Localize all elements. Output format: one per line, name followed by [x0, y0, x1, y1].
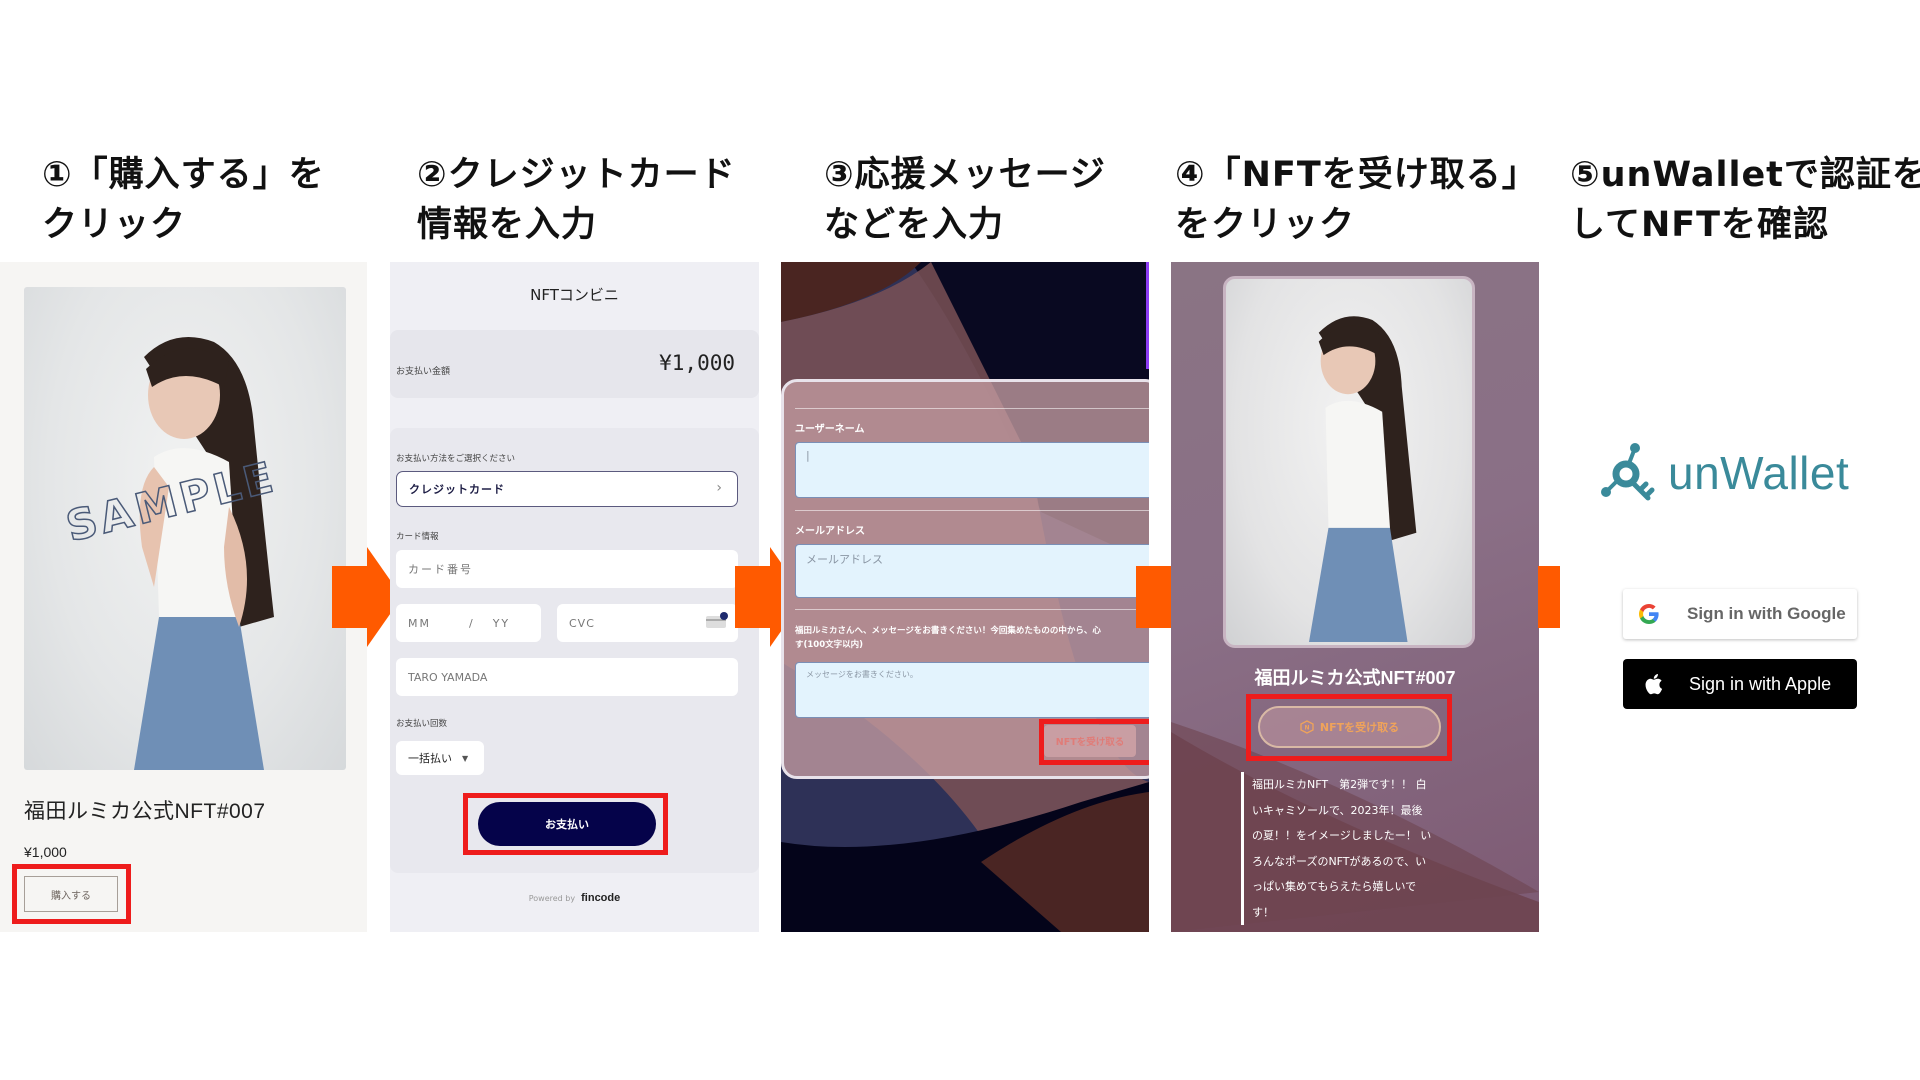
nft-image [1223, 276, 1475, 648]
payment-method-select[interactable]: クレジットカード › [396, 471, 738, 507]
unwallet-logo: unWallet [1600, 442, 1849, 504]
amount-card: お支払い金額 ¥1,000 [390, 330, 759, 398]
step-5-title: ⑤unWalletで認証を してNFTを確認 [1570, 155, 1920, 245]
powered-by: Powered by fincode [528, 892, 621, 904]
divider [795, 609, 1149, 610]
username-label: ユーザーネーム [795, 424, 865, 435]
receive-nft-button[interactable]: N NFTを受け取る [1258, 706, 1441, 748]
amount-value: ¥1,000 [659, 351, 735, 375]
unwallet-signin-panel: unWallet Sign in with Google Sign in wit… [1560, 262, 1920, 932]
payment-method-value: クレジットカード [409, 483, 505, 496]
divider [795, 510, 1149, 511]
nft-title: 福田ルミカ公式NFT#007 [1254, 668, 1456, 688]
card-cvc-icon [706, 612, 728, 628]
apple-button-label: Sign in with Apple [1689, 673, 1832, 694]
buy-button[interactable]: 購入する [24, 876, 118, 912]
google-button-label: Sign in with Google [1687, 604, 1846, 623]
method-label: お支払い方法をご選択ください [396, 454, 516, 464]
username-input[interactable]: | [795, 442, 1149, 498]
apple-icon [1645, 674, 1663, 695]
frame-edge [1146, 262, 1149, 369]
card-info-label: カード情報 [396, 532, 439, 542]
cvc-input[interactable]: CVC [557, 604, 738, 642]
chevron-right-icon: › [716, 480, 723, 496]
step-1-title: ①「購入する」を クリック [42, 155, 325, 245]
nft-icon: N [1300, 720, 1314, 734]
step-2-title: ②クレジットカード 情報を入力 [417, 155, 736, 245]
fincode-logo: fincode [581, 892, 621, 904]
nft-detail-panel: 福田ルミカ公式NFT#007 N NFTを受け取る 福田ルミカNFT 第2弾です… [1171, 262, 1539, 932]
receive-nft-button[interactable]: NFTを受け取る [1044, 725, 1136, 757]
email-label: メールアドレス [795, 526, 865, 537]
model-photo-icon [1308, 316, 1417, 643]
key-logo-icon [1601, 443, 1655, 501]
message-textarea[interactable]: メッセージをお書きください。 [795, 662, 1149, 718]
amount-label: お支払い金額 [396, 367, 451, 377]
step-3-title: ③応援メッセージ などを入力 [824, 155, 1106, 245]
caret-down-icon: ▼ [462, 753, 469, 763]
message-panel: ユーザーネーム | メールアドレス メールアドレス 福田ルミカさんへ、メッセージ… [781, 262, 1149, 932]
store-brand: NFTコンビニ [530, 286, 619, 304]
step-4-title: ④「NFTを受け取る」 をクリック [1175, 155, 1538, 245]
card-number-input[interactable]: カード番号 [396, 550, 738, 588]
installment-label: お支払い回数 [396, 719, 448, 729]
sign-in-google-button[interactable]: Sign in with Google [1623, 589, 1857, 639]
nft-photo: SAMPLE [24, 287, 346, 770]
nft-description: 福田ルミカNFT 第2弾です！！ 白 いキャミソールで、2023年！最後 の夏！… [1241, 772, 1461, 925]
product-name: 福田ルミカ公式NFT#007 [24, 800, 266, 823]
email-input[interactable]: メールアドレス [795, 544, 1149, 598]
pay-button[interactable]: お支払い [478, 802, 656, 846]
purchase-panel: SAMPLE 福田ルミカ公式NFT#007 ¥1,000 購入する [0, 262, 367, 932]
message-label: 福田ルミカさんへ、メッセージをお書きください！今回集めたものの中から、心 す(1… [795, 626, 1101, 650]
svg-text:N: N [1304, 725, 1309, 732]
expiry-input[interactable]: MM / YY [396, 604, 541, 642]
google-icon [1639, 604, 1659, 624]
product-price: ¥1,000 [24, 844, 67, 860]
sign-in-apple-button[interactable]: Sign in with Apple [1623, 659, 1857, 709]
cardholder-name-input[interactable]: TARO YAMADA [396, 658, 738, 696]
divider [795, 408, 1149, 409]
payment-panel: NFTコンビニ お支払い金額 ¥1,000 お支払い方法をご選択ください クレジ… [390, 262, 759, 932]
installment-select[interactable]: 一括払い ▼ [396, 741, 484, 775]
logo-text: unWallet [1668, 447, 1850, 499]
